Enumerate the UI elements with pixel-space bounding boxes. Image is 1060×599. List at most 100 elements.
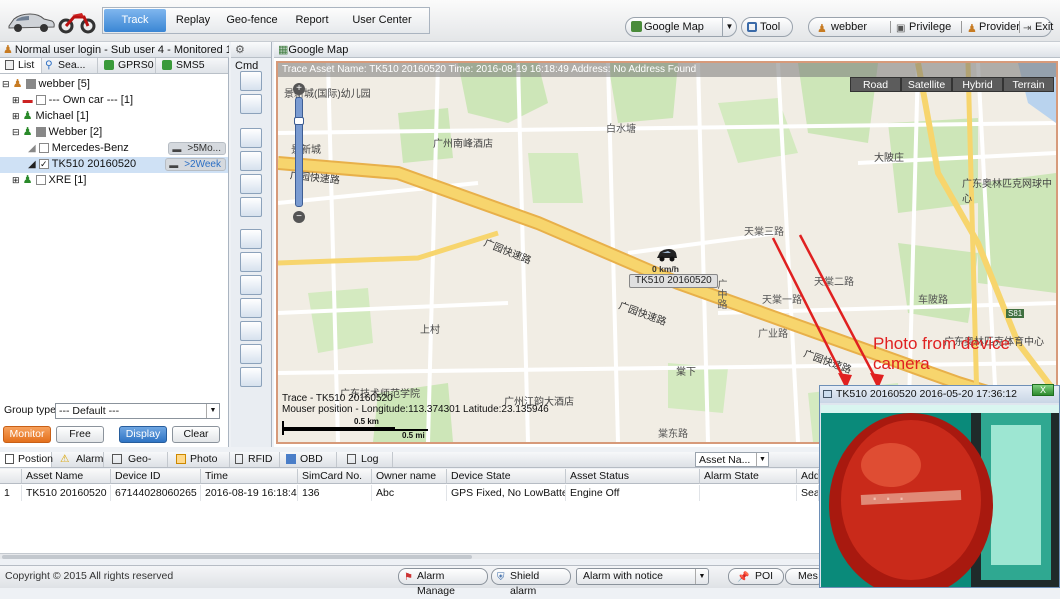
column-header[interactable]: Device ID [111, 469, 201, 484]
zoom-slider-handle[interactable] [294, 117, 304, 125]
command-button-7[interactable] [240, 229, 262, 249]
zoom-slider-track[interactable] [295, 97, 303, 207]
column-header[interactable]: Owner name [372, 469, 447, 484]
alarm-notice-select[interactable]: Alarm with notice ▼ [576, 568, 709, 585]
command-button-3[interactable] [240, 128, 262, 148]
tab-search-label: Sea... [58, 59, 86, 71]
vehicle-label[interactable]: TK510 20160520 [629, 274, 718, 288]
tab-position[interactable]: Postion [0, 452, 53, 467]
column-header[interactable]: Add [797, 469, 819, 484]
menu-report[interactable]: Report [285, 8, 339, 33]
checkbox-checked[interactable]: ✓ [38, 159, 49, 170]
command-button-10[interactable] [240, 298, 262, 318]
column-header[interactable]: Alarm State [700, 469, 797, 484]
command-button-4[interactable] [240, 151, 262, 171]
column-header[interactable]: SimCard No. [298, 469, 372, 484]
checkbox[interactable] [35, 127, 46, 138]
poi-button[interactable]: 📌 POI [728, 568, 784, 585]
tree-label: Michael [1] [35, 110, 89, 122]
tree-node-tk510[interactable]: ◢ ✓ TK510 20160520 ▬ >2Week [0, 157, 228, 173]
photo-window[interactable]: TK510 20160520 2016-05-20 17:36:12 X · ·… [819, 384, 1060, 588]
vehicle-car-icon[interactable] [656, 248, 678, 262]
tree-node-xre[interactable]: ⊞ ♟ XRE [1] [0, 173, 228, 189]
column-header[interactable]: Asset Name [22, 469, 111, 484]
checkbox[interactable] [35, 175, 46, 186]
command-button-13[interactable] [240, 367, 262, 387]
column-header[interactable]: Device State [447, 469, 566, 484]
tree-node-own-car[interactable]: ⊞ ▬ --- Own car --- [1] [0, 93, 228, 109]
checkbox[interactable] [35, 95, 46, 106]
checkbox[interactable] [38, 143, 49, 154]
map-type-hybrid[interactable]: Hybrid [952, 77, 1003, 92]
tab-gprs-label: GPRS0 [118, 59, 154, 71]
tree-node-mercedes[interactable]: ◢ Mercedes-Benz ▬ >5Mo... [0, 141, 228, 157]
command-button-2[interactable] [240, 94, 262, 114]
clear-button[interactable]: Clear [172, 426, 220, 443]
photo-title-bar[interactable]: TK510 20160520 2016-05-20 17:36:12 [820, 386, 1059, 403]
map-type-satellite[interactable]: Satellite [901, 77, 952, 92]
user-name-link[interactable]: webber [831, 18, 867, 36]
highway-shield: S81 [1006, 309, 1025, 318]
tab-gprs[interactable]: GPRS0 [98, 58, 156, 73]
map-type-road[interactable]: Road [850, 77, 901, 92]
command-button-1[interactable] [240, 71, 262, 91]
tab-geofence[interactable]: Geo-F... [104, 452, 168, 480]
zoom-in-button[interactable]: + [293, 83, 305, 95]
tab-list[interactable]: List [0, 58, 42, 73]
privilege-icon: ▣ [896, 23, 906, 34]
tab-photo[interactable]: Photo [168, 452, 230, 467]
table-row[interactable]: 1 TK510 20160520 67144028060265 2016-08-… [0, 485, 819, 501]
shield-alarm-button[interactable]: ⛨ Shield alarm [491, 568, 571, 597]
tree-node-michael[interactable]: ⊞ ♟ Michael [1] [0, 109, 228, 125]
group-type-select[interactable]: --- Default --- ▼ [55, 403, 220, 419]
menu-user-center[interactable]: User Center [339, 8, 425, 33]
top-header: Track Replay Geo-fence Report User Cente… [0, 0, 1060, 42]
horizontal-scrollbar[interactable] [0, 553, 819, 559]
annotation-arrows [771, 234, 884, 389]
tree-node-webber[interactable]: ⊟ ♟ Webber [2] [0, 125, 228, 141]
zoom-out-button[interactable]: − [293, 211, 305, 223]
map-type-terrain[interactable]: Terrain [1003, 77, 1054, 92]
expand-icon: ⊞ [12, 111, 20, 121]
checkbox[interactable] [25, 79, 36, 90]
tab-alarm[interactable]: ⚠ Alarm [52, 452, 104, 467]
tab-rfid-label: RFID [248, 453, 273, 465]
tab-obd-label: OBD [300, 453, 323, 465]
alarm-manage-button[interactable]: ⚑ Alarm Manage [398, 568, 488, 597]
tab-rfid[interactable]: RFID [230, 452, 280, 467]
command-button-6[interactable] [240, 197, 262, 217]
scrollbar-thumb[interactable] [2, 555, 472, 559]
menu-geo-fence[interactable]: Geo-fence [219, 8, 285, 33]
menu-track[interactable]: Track [104, 9, 166, 32]
map-provider-select[interactable]: Google Map ▼ [625, 17, 737, 37]
command-button-11[interactable] [240, 321, 262, 341]
tab-search[interactable]: ⚲ Sea... [42, 58, 98, 73]
obd-icon [286, 454, 296, 464]
geofence-icon [112, 454, 122, 464]
column-header[interactable]: Time [201, 469, 298, 484]
display-button[interactable]: Display [119, 426, 167, 443]
exit-link[interactable]: Exit [1035, 18, 1053, 36]
table-cell: TK510 20160520 [22, 485, 111, 501]
tab-obd[interactable]: OBD [280, 452, 337, 467]
provider-link[interactable]: Provider [979, 18, 1020, 36]
menu-replay[interactable]: Replay [167, 8, 219, 33]
rfid-icon [235, 454, 243, 464]
tree-node-root[interactable]: ⊟ ♟ webber [5] [0, 77, 228, 93]
table-cell: Engine Off [566, 485, 700, 501]
collapse-icon: ⊟ [12, 127, 20, 137]
column-header[interactable]: Asset Status [566, 469, 700, 484]
asset-filter-select[interactable]: Asset Na... ▼ [695, 452, 769, 467]
tool-button[interactable]: Tool [741, 17, 793, 37]
free-button[interactable]: Free [56, 426, 104, 443]
close-button[interactable]: X [1032, 384, 1054, 396]
command-button-12[interactable] [240, 344, 262, 364]
command-button-9[interactable] [240, 275, 262, 295]
command-button-8[interactable] [240, 252, 262, 272]
command-button-5[interactable] [240, 174, 262, 194]
car-icon: ◢ [28, 143, 36, 154]
privilege-link[interactable]: Privilege [909, 18, 951, 36]
tab-log[interactable]: Log [337, 452, 393, 467]
tab-sms[interactable]: SMS5 [156, 58, 214, 73]
monitor-button[interactable]: Monitor [3, 426, 51, 443]
